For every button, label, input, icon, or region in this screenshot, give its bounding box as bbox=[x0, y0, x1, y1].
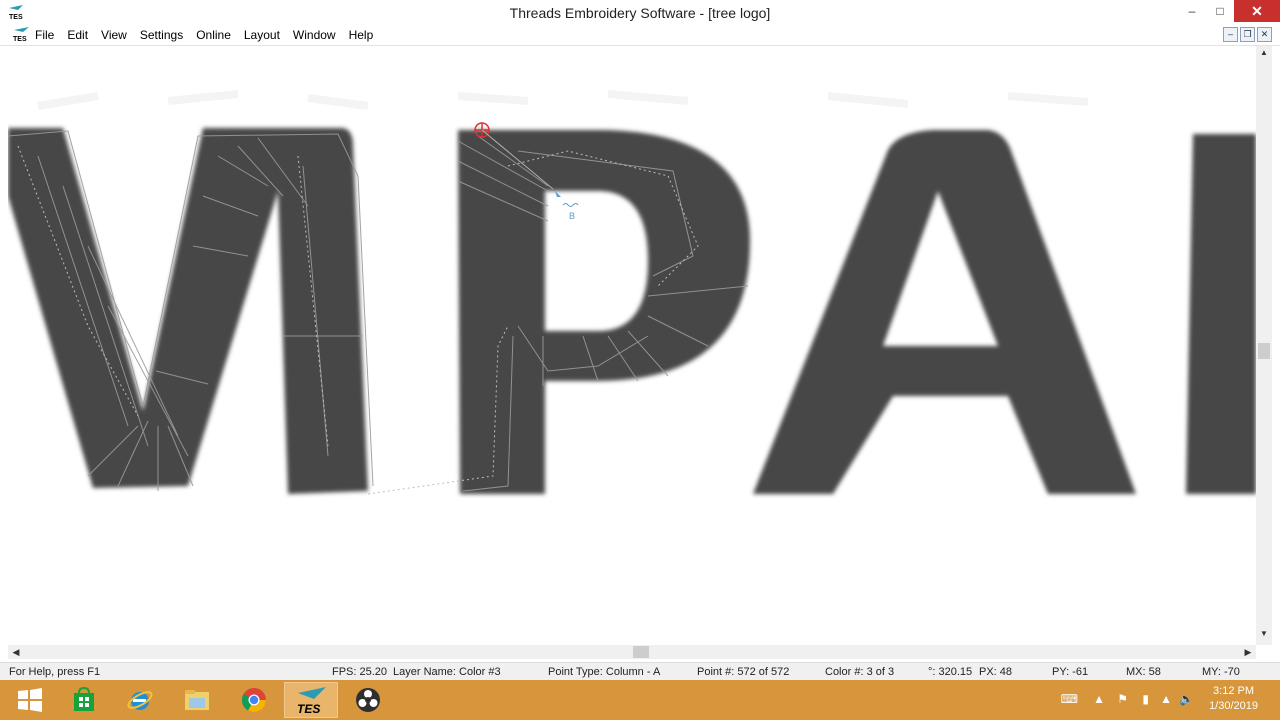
taskbar: TES ⌨ ▲ ⚑ ▮ ▲ 🔈 3:12 PM 1/30/2019 bbox=[0, 680, 1280, 720]
point-cursor-icon bbox=[555, 191, 579, 207]
letter-p[interactable] bbox=[458, 130, 750, 494]
scroll-left-icon[interactable]: ◀ bbox=[8, 645, 24, 659]
status-help: For Help, press F1 bbox=[9, 666, 101, 678]
title-bar: TES Threads Embroidery Software - [tree … bbox=[0, 0, 1280, 26]
maximize-icon[interactable]: □ bbox=[1206, 0, 1234, 22]
menu-file[interactable]: File bbox=[35, 28, 54, 42]
svg-text:TES: TES bbox=[297, 702, 320, 715]
horizontal-scrollbar[interactable]: ◀ ▶ bbox=[8, 645, 1256, 659]
status-py: PY: -61 bbox=[1052, 666, 1089, 678]
status-bar: For Help, press F1 FPS: 25.20 Layer Name… bbox=[0, 662, 1280, 681]
file-explorer-icon[interactable] bbox=[170, 682, 224, 718]
scroll-right-icon[interactable]: ▶ bbox=[1240, 645, 1256, 659]
status-mx: MX: 58 bbox=[1126, 666, 1161, 678]
horizontal-scroll-thumb[interactable] bbox=[633, 646, 649, 658]
menu-settings[interactable]: Settings bbox=[140, 28, 183, 42]
status-layer: Layer Name: Color #3 bbox=[393, 666, 501, 678]
volume-icon[interactable]: 🔈 bbox=[1179, 692, 1194, 706]
clock-time: 3:12 PM bbox=[1213, 685, 1255, 697]
svg-text:TES: TES bbox=[13, 36, 27, 42]
scroll-down-icon[interactable]: ▼ bbox=[1256, 629, 1272, 643]
windows-start-icon[interactable] bbox=[3, 682, 57, 718]
letter-r-partial[interactable] bbox=[1186, 134, 1256, 494]
doc-minimize-icon[interactable]: – bbox=[1223, 27, 1238, 42]
doc-restore-icon[interactable]: ❐ bbox=[1240, 27, 1255, 42]
flag-icon[interactable]: ⚑ bbox=[1117, 692, 1128, 706]
menu-online[interactable]: Online bbox=[196, 28, 231, 42]
vertical-scroll-thumb[interactable] bbox=[1258, 343, 1270, 359]
keyboard-icon[interactable]: ⌨ bbox=[1061, 692, 1078, 706]
taskbar-clock[interactable]: 3:12 PM 1/30/2019 bbox=[1209, 684, 1258, 714]
status-angle: °: 320.15 bbox=[928, 666, 973, 678]
design-canvas[interactable]: B bbox=[8, 46, 1256, 645]
status-px: PX: 48 bbox=[979, 666, 1013, 678]
clock-date: 1/30/2019 bbox=[1209, 700, 1258, 712]
letter-a[interactable] bbox=[753, 130, 1136, 494]
store-icon[interactable] bbox=[57, 682, 111, 718]
doc-close-icon[interactable]: ✕ bbox=[1257, 27, 1272, 42]
battery-icon[interactable]: ▮ bbox=[1142, 692, 1149, 706]
chrome-icon[interactable] bbox=[227, 682, 281, 718]
menu-window[interactable]: Window bbox=[293, 28, 336, 42]
internet-explorer-icon[interactable] bbox=[113, 682, 167, 718]
status-color-number: Color #: 3 of 3 bbox=[825, 666, 895, 678]
show-hidden-icons-icon[interactable]: ▲ bbox=[1093, 692, 1105, 706]
status-my: MY: -70 bbox=[1202, 666, 1240, 678]
network-signal-icon[interactable]: ▲ bbox=[1160, 692, 1172, 706]
status-point-number: Point #: 572 of 572 bbox=[697, 666, 790, 678]
tes-document-icon[interactable]: TES bbox=[12, 27, 30, 42]
status-point-type: Point Type: Column - A bbox=[548, 666, 661, 678]
tes-app-icon[interactable]: TES bbox=[284, 682, 338, 718]
menu-view[interactable]: View bbox=[101, 28, 127, 42]
menu-help[interactable]: Help bbox=[349, 28, 374, 42]
window-title: Threads Embroidery Software - [tree logo… bbox=[509, 5, 771, 21]
menu-layout[interactable]: Layout bbox=[244, 28, 280, 42]
menu-edit[interactable]: Edit bbox=[67, 28, 88, 42]
menu-bar: TES File Edit View Settings Online Layou… bbox=[0, 25, 1280, 46]
scroll-up-icon[interactable]: ▲ bbox=[1256, 48, 1272, 62]
minimize-icon[interactable]: – bbox=[1178, 0, 1206, 22]
obs-icon[interactable] bbox=[341, 682, 395, 718]
point-marker-label: B bbox=[569, 211, 575, 221]
close-icon[interactable]: ✕ bbox=[1234, 0, 1280, 22]
embroidery-design[interactable]: B bbox=[8, 46, 1256, 645]
status-fps: FPS: 25.20 bbox=[332, 666, 388, 678]
vertical-scrollbar[interactable]: ▲ ▼ bbox=[1256, 46, 1272, 645]
